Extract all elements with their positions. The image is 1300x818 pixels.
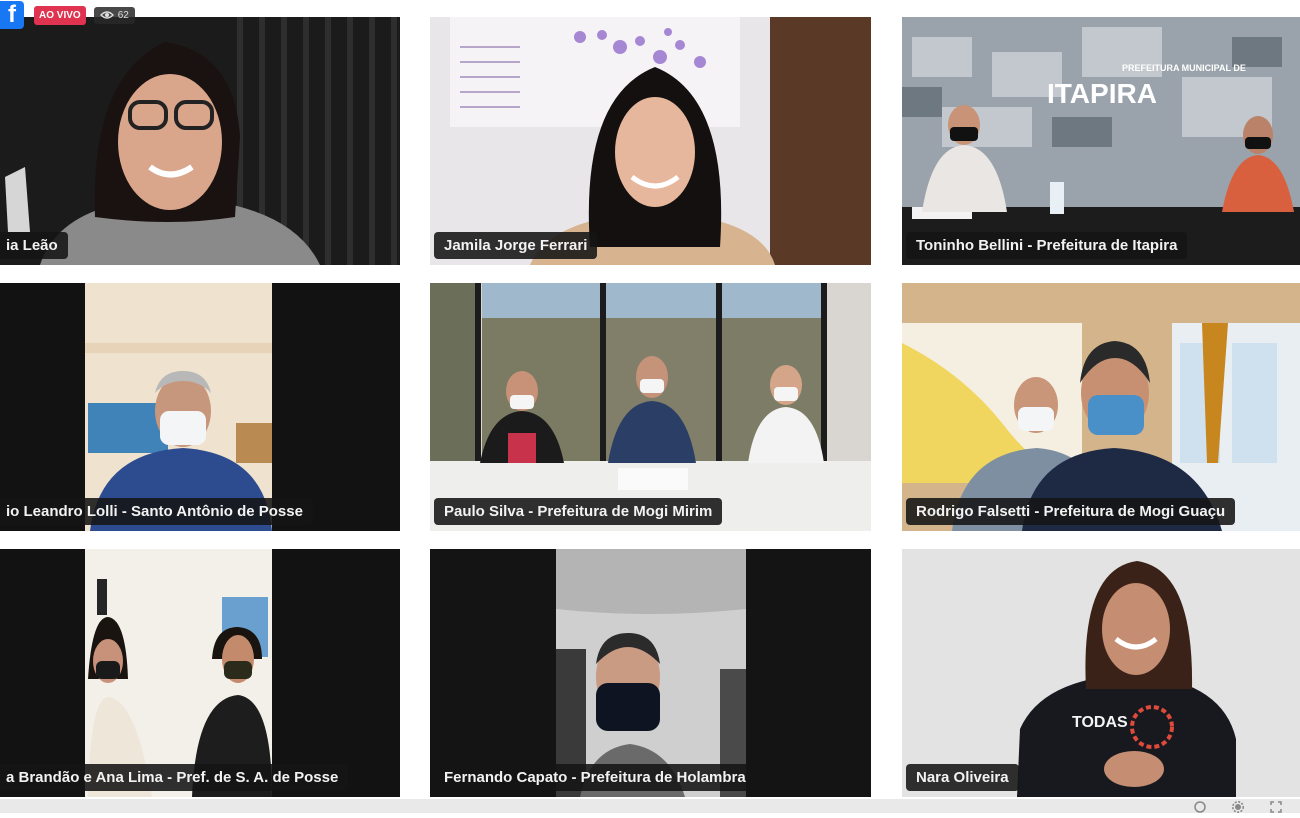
video-tile-4[interactable]: io Leandro Lolli - Santo Antônio de Poss…	[0, 283, 400, 531]
video-tile-5[interactable]: Paulo Silva - Prefeitura de Mogi Mirim	[430, 283, 871, 531]
participant-name-label: Paulo Silva - Prefeitura de Mogi Mirim	[434, 498, 723, 525]
eye-icon	[99, 11, 114, 19]
participant-name-label: Fernando Capato - Prefeitura de Holambra	[434, 764, 756, 791]
live-badge: AO VIVO	[34, 5, 86, 25]
participant-video: TODAS	[902, 549, 1300, 797]
participant-name-label: Jamila Jorge Ferrari	[434, 232, 598, 259]
participant-video	[902, 283, 1300, 531]
video-tile-8[interactable]: Fernando Capato - Prefeitura de Holambra	[430, 549, 871, 797]
participant-video	[0, 549, 400, 797]
participant-name-label: Nara Oliveira	[906, 764, 1019, 791]
participant-video	[430, 17, 871, 265]
viewer-count: 62	[93, 6, 135, 24]
participant-video: PREFEITURA MUNICIPAL DE ITAPIRA	[902, 17, 1300, 265]
video-grid: ia Leão Jamila Jorge Ferrari PREFEITURA …	[0, 0, 1300, 813]
player-controls	[1194, 799, 1282, 813]
itapira-sign-small: PREFEITURA MUNICIPAL DE	[1122, 63, 1246, 73]
participant-video	[0, 283, 400, 531]
participant-name-label: ia Leão	[0, 232, 68, 259]
shirt-text: TODAS	[1072, 714, 1128, 731]
participant-name-label: Rodrigo Falsetti - Prefeitura de Mogi Gu…	[906, 498, 1236, 525]
video-tile-1[interactable]: ia Leão	[0, 17, 400, 265]
gear-icon[interactable]	[1232, 800, 1244, 813]
live-overlay: f AO VIVO 62	[0, 0, 135, 30]
video-tile-9[interactable]: TODAS Nara Oliveira	[902, 549, 1300, 797]
player-bottom-bar	[0, 799, 1300, 813]
facebook-icon[interactable]: f	[0, 1, 24, 29]
video-tile-3[interactable]: PREFEITURA MUNICIPAL DE ITAPIRA Toninho …	[902, 17, 1300, 265]
fullscreen-icon[interactable]	[1270, 800, 1282, 813]
video-tile-2[interactable]: Jamila Jorge Ferrari	[430, 17, 871, 265]
participant-name-label: Toninho Bellini - Prefeitura de Itapira	[906, 232, 1188, 259]
participant-video	[430, 283, 871, 531]
participant-video	[430, 549, 871, 797]
video-tile-6[interactable]: Rodrigo Falsetti - Prefeitura de Mogi Gu…	[902, 283, 1300, 531]
viewer-count-value: 62	[117, 9, 129, 21]
participant-name-label: io Leandro Lolli - Santo Antônio de Poss…	[0, 498, 313, 525]
participant-video	[0, 17, 400, 265]
caption-icon[interactable]	[1194, 800, 1206, 813]
participant-name-label: a Brandão e Ana Lima - Pref. de S. A. de…	[0, 764, 349, 791]
itapira-sign-big: ITAPIRA	[1047, 78, 1157, 109]
video-tile-7[interactable]: a Brandão e Ana Lima - Pref. de S. A. de…	[0, 549, 400, 797]
